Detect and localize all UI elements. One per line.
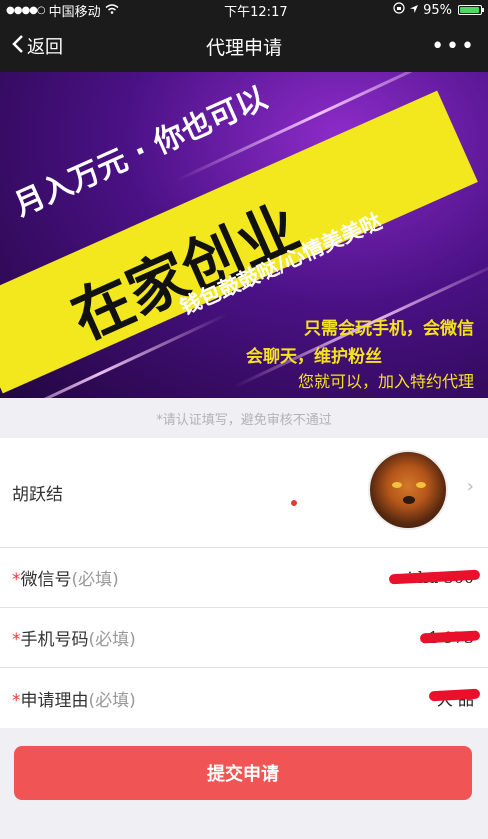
battery-percent: 95% [423, 2, 452, 18]
avatar[interactable] [368, 450, 448, 530]
orientation-lock-icon [393, 2, 405, 18]
back-button[interactable]: 返回 [12, 33, 63, 59]
wechat-input[interactable]: ni hu 360 [389, 568, 481, 587]
battery-icon [458, 5, 484, 15]
red-dot-marker [291, 500, 297, 506]
page-title: 代理申请 [205, 36, 283, 59]
field-hint: (必填) [88, 630, 136, 650]
location-icon [409, 3, 419, 18]
field-label: 微信号 [20, 570, 72, 590]
more-icon[interactable]: ••• [431, 34, 476, 59]
chevron-left-icon [12, 34, 24, 59]
chevron-right-icon: › [466, 476, 474, 497]
phone-input[interactable]: 1 973 [419, 628, 481, 647]
nav-bar: 返回 代理申请 ••• [0, 20, 488, 72]
status-bar: ●●●●○ 中国移动 下午12:17 95% [0, 0, 488, 20]
submit-button[interactable]: 提交申请 [14, 746, 472, 800]
carrier-label: 中国移动 [48, 4, 101, 20]
banner-line-2: 会聊天，维护粉丝 [246, 347, 382, 367]
field-label: 申请理由 [20, 690, 89, 711]
banner-line-1: 只需会玩手机，会微信 [304, 319, 474, 339]
form-notice: *请认证填写，避免审核不通过 [156, 412, 332, 428]
required-mark: * [12, 690, 21, 711]
profile-row[interactable]: 胡跃结 › [0, 438, 488, 548]
required-mark: * [12, 570, 21, 590]
reason-field[interactable]: *申请理由(必填) 大 品 [0, 668, 488, 728]
user-name: 胡跃结 [12, 485, 63, 505]
banner-line-3: 您就可以，加入特约代理 [297, 372, 474, 391]
signal-icon: ●●●●○ [6, 4, 46, 16]
promo-banner: 月入万元 · 你也可以 在家创业 钱包鼓鼓哒/心情美美哒 只需会玩手机，会微信 … [0, 72, 488, 398]
phone-field[interactable]: *手机号码(必填) 1 973 [0, 608, 488, 668]
back-label: 返回 [27, 37, 63, 58]
field-hint: (必填) [88, 690, 136, 711]
field-label: 手机号码 [20, 630, 89, 650]
reason-input[interactable]: 大 品 [428, 686, 481, 710]
wechat-field[interactable]: *微信号(必填) ni hu 360 [0, 548, 488, 608]
clock: 下午12:17 [224, 4, 288, 20]
required-mark: * [12, 630, 21, 650]
wifi-icon [105, 3, 119, 18]
field-hint: (必填) [71, 570, 119, 590]
application-form: 胡跃结 › *微信号(必填) ni hu 360 *手机号码(必填) 1 973 [0, 438, 488, 728]
